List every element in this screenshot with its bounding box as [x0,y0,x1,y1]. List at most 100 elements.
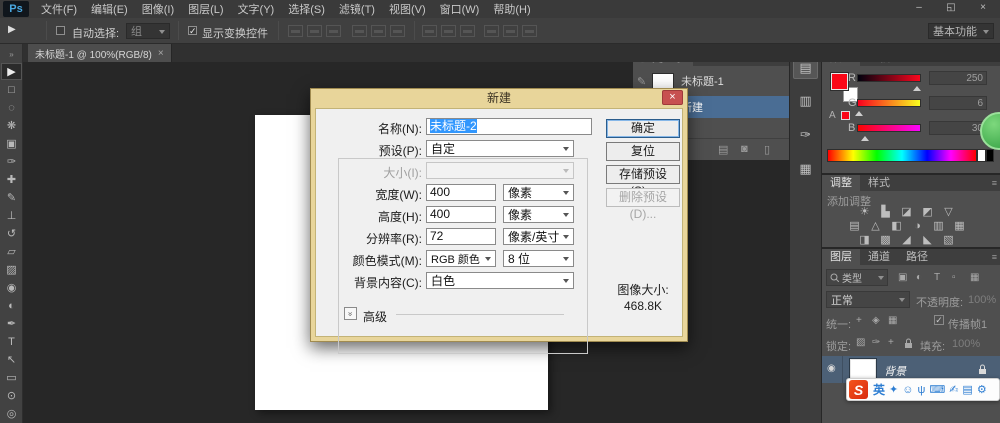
lock-position-icon[interactable]: + [888,337,894,348]
handwriting-icon[interactable]: ✍ [949,383,958,396]
advanced-toggle-button[interactable]: » [344,307,357,320]
blue-slider[interactable] [857,124,921,132]
close-button[interactable]: × [970,1,996,15]
red-slider[interactable] [857,74,921,82]
eraser-tool[interactable]: ▱ [1,244,22,261]
blue-slider-thumb[interactable] [861,132,869,141]
distribute-left-edges-icon[interactable] [484,25,499,37]
align-top-edges-icon[interactable] [352,25,367,37]
unify-visibility-icon[interactable]: ◈ [872,315,880,326]
invert-icon[interactable]: ◨ [856,234,873,247]
auto-select-dropdown[interactable]: 组 [126,23,170,39]
green-slider[interactable] [857,99,921,107]
color-spectrum-ramp[interactable] [827,149,977,162]
distribute-top-edges-icon[interactable] [422,25,437,37]
curves-icon[interactable]: ◪ [898,206,915,219]
align-vertical-centers-icon[interactable] [371,25,386,37]
ime-mode-indicator[interactable]: 英 [873,381,885,398]
spectrum-black-swatch[interactable] [986,149,994,162]
type-tool[interactable]: T [1,334,22,351]
propagate-frame-checkbox[interactable]: ✓ [934,315,944,325]
distribute-bottom-edges-icon[interactable] [460,25,475,37]
black-white-icon[interactable]: ◧ [888,220,905,233]
dock-character-icon[interactable]: ✑ [793,122,818,147]
tab-channels[interactable]: 通道 [860,249,898,265]
filter-shape-layers-icon[interactable]: ▫ [952,272,956,283]
move-tool-icon[interactable]: ▶ [8,24,16,35]
lock-transparent-pixels-icon[interactable]: ▨ [856,337,865,348]
gradient-tool[interactable]: ▨ [1,262,22,279]
dock-properties-icon[interactable]: ▥ [793,88,818,113]
distribute-vertical-centers-icon[interactable] [441,25,456,37]
menu-edit[interactable]: 编辑(E) [91,1,128,17]
tab-layers[interactable]: 图层 [822,249,860,265]
reset-button[interactable]: 复位 [606,142,680,161]
selective-color-icon[interactable]: ▧ [940,234,957,247]
minimize-button[interactable]: – [906,1,932,15]
fill-value[interactable]: 100% [952,338,980,350]
background-contents-dropdown[interactable]: 白色 [426,272,574,289]
menu-filter[interactable]: 滤镜(T) [339,1,375,17]
document-tab[interactable]: 未标题-1 @ 100%(RGB/8) × [28,44,172,62]
menu-file[interactable]: 文件(F) [41,1,77,17]
sparkle-icon[interactable]: ✦ [889,383,898,396]
toolbox-icon[interactable]: ▤ [962,383,972,396]
preset-dropdown[interactable]: 自定 [426,140,574,157]
brightness-contrast-icon[interactable]: ☀ [856,206,873,219]
foreground-color-swatch[interactable] [831,73,848,90]
crop-tool[interactable]: ▣ [1,136,22,153]
pen-tool[interactable]: ✒ [1,316,22,333]
restore-button[interactable]: ◱ [938,1,964,15]
distribute-horizontal-centers-icon[interactable] [503,25,518,37]
dialog-close-button[interactable]: × [662,90,683,105]
eyedropper-tool[interactable]: ✑ [1,154,22,171]
history-source-icon[interactable]: ✎ [637,75,646,88]
quick-selection-tool[interactable]: ❋ [1,118,22,135]
align-bottom-edges-icon[interactable] [390,25,405,37]
spot-healing-tool[interactable]: ✚ [1,172,22,189]
new-snapshot-icon[interactable]: ◙ [741,143,748,155]
distribute-right-edges-icon[interactable] [522,25,537,37]
filter-smart-objects-icon[interactable]: ▦ [970,272,979,283]
dodge-tool[interactable]: ◐ [1,298,22,315]
keyboard-icon[interactable]: ⌨ [929,383,945,396]
tab-styles[interactable]: 样式 [860,175,898,191]
vibrance-icon[interactable]: ▽ [940,206,957,219]
width-unit-dropdown[interactable]: 像素 [503,184,574,201]
lock-image-pixels-icon[interactable]: ✑ [872,337,880,348]
levels-icon[interactable]: ▙ [877,206,894,219]
layer-thumbnail[interactable] [850,359,876,379]
red-value-field[interactable]: 250 [929,71,987,85]
zoom-tool[interactable]: ◎ [1,406,22,423]
menu-type[interactable]: 文字(Y) [238,1,275,17]
panel-menu-icon[interactable]: ≡ [992,252,997,262]
lasso-tool[interactable]: ◌ [1,100,22,117]
path-selection-tool[interactable]: ↖ [1,352,22,369]
green-value-field[interactable]: 6 [929,96,987,110]
channel-mixer-icon[interactable]: ▥ [930,220,947,233]
panel-menu-icon[interactable]: ≡ [992,178,997,188]
settings-gear-icon[interactable]: ⚙ [977,383,987,396]
tab-close-icon[interactable]: × [158,48,164,59]
menu-image[interactable]: 图像(I) [142,1,174,17]
photo-filter-icon[interactable]: ◑ [909,220,926,233]
hand-tool[interactable]: ⊙ [1,388,22,405]
unify-style-icon[interactable]: ▦ [888,315,897,326]
name-input[interactable]: 未标题-2 [426,118,592,135]
layer-visibility-eye-icon[interactable]: ◉ [827,363,836,374]
resolution-input[interactable]: 72 [426,228,496,245]
layer-filter-dropdown[interactable]: 类型 [826,269,888,286]
blur-tool[interactable]: ◉ [1,280,22,297]
brush-tool[interactable]: ✎ [1,190,22,207]
hue-saturation-icon[interactable]: ▤ [846,220,863,233]
history-brush-tool[interactable]: ↺ [1,226,22,243]
clone-stamp-tool[interactable]: ⊥ [1,208,22,225]
menu-view[interactable]: 视图(V) [389,1,426,17]
threshold-icon[interactable]: ◢ [898,234,915,247]
emoji-icon[interactable]: ☺ [902,384,913,396]
color-mode-dropdown[interactable]: RGB 颜色 [426,250,496,267]
width-input[interactable]: 400 [426,184,496,201]
lock-all-icon[interactable] [904,338,913,349]
sogou-logo-icon[interactable]: S [849,380,868,399]
filter-adjustment-layers-icon[interactable]: ◐ [916,272,922,283]
